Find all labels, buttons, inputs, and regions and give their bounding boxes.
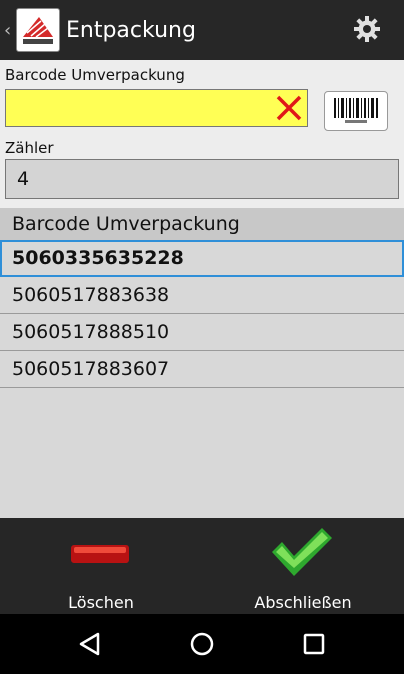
square-recents-icon xyxy=(303,633,325,655)
list-item[interactable]: 5060517883638 xyxy=(0,277,404,314)
list-header: Barcode Umverpackung xyxy=(0,208,404,240)
barcode-icon xyxy=(334,98,378,123)
list-item[interactable]: 5060517883607 xyxy=(0,351,404,388)
barcode-label: Barcode Umverpackung xyxy=(5,66,185,84)
checkmark-icon xyxy=(272,528,332,576)
nav-home-button[interactable] xyxy=(188,630,216,658)
counter-field[interactable]: 4 xyxy=(5,159,399,199)
finish-label: Abschließen xyxy=(254,593,352,612)
settings-button[interactable] xyxy=(352,14,382,44)
list-item[interactable]: 5060517888510 xyxy=(0,314,404,351)
triangle-back-icon xyxy=(79,632,100,656)
app-logo-icon[interactable] xyxy=(16,8,60,52)
page-title: Entpackung xyxy=(66,17,196,43)
finish-button[interactable]: Abschließen xyxy=(202,518,404,614)
barcode-field xyxy=(5,89,308,127)
scan-barcode-button[interactable] xyxy=(324,91,388,131)
clear-button[interactable] xyxy=(273,93,305,123)
barcode-list: 5060335635228 5060517883638 506051788851… xyxy=(0,240,404,518)
form-area: Barcode Umverpackung Zähler 4 xyxy=(0,60,404,208)
gear-icon xyxy=(354,16,380,42)
delete-button[interactable]: Löschen xyxy=(0,518,202,614)
minus-icon xyxy=(71,545,129,563)
list-item[interactable]: 5060335635228 xyxy=(0,240,404,277)
barcode-input[interactable] xyxy=(6,90,272,124)
delete-label: Löschen xyxy=(68,593,134,612)
app-bar: ‹ Entpackung xyxy=(0,0,404,60)
counter-label: Zähler xyxy=(5,139,54,157)
system-nav-bar xyxy=(0,614,404,674)
circle-home-icon xyxy=(190,632,214,656)
back-chevron-icon[interactable]: ‹ xyxy=(4,20,14,41)
bottom-action-bar: Löschen Abschließen xyxy=(0,518,404,614)
nav-recents-button[interactable] xyxy=(300,630,328,658)
nav-back-button[interactable] xyxy=(76,630,104,658)
red-x-icon xyxy=(276,95,302,121)
